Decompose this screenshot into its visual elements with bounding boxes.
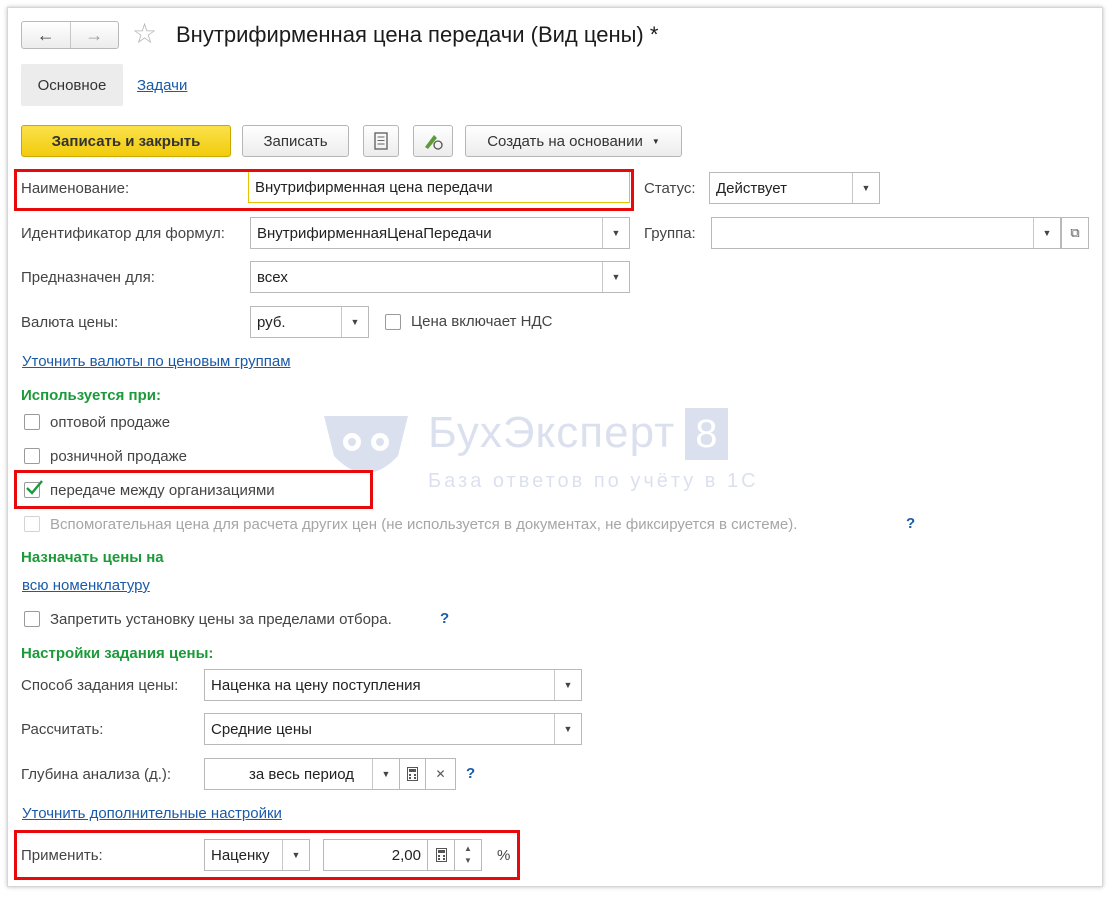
- favorite-star-icon[interactable]: ☆: [132, 19, 157, 49]
- watermark-digit: 8: [685, 408, 729, 460]
- calc-label: Рассчитать:: [21, 721, 104, 738]
- retail-checkbox[interactable]: [24, 448, 40, 464]
- dropdown-arrow-icon[interactable]: ▼: [372, 759, 399, 789]
- form-window: БухЭксперт 8 База ответов по учёту в 1С ←…: [7, 7, 1103, 887]
- forward-arrow-icon[interactable]: →: [69, 22, 119, 48]
- used-in-heading: Используется при:: [21, 387, 161, 404]
- method-value: Наценка на цену поступления: [211, 676, 421, 694]
- group-label: Группа:: [644, 225, 696, 242]
- highlight-apply: [14, 830, 520, 880]
- dropdown-arrow-icon[interactable]: ▼: [852, 173, 879, 203]
- document-list-icon: [374, 132, 388, 150]
- identifier-label: Идентификатор для формул:: [21, 225, 225, 242]
- wholesale-label: оптовой продаже: [50, 414, 171, 431]
- settings-heading: Настройки задания цены:: [21, 645, 214, 662]
- vat-checkbox[interactable]: [385, 314, 401, 330]
- calc-value: Средние цены: [211, 720, 312, 738]
- currency-select[interactable]: руб. ▼: [250, 306, 369, 338]
- back-arrow-icon[interactable]: ←: [22, 22, 70, 48]
- save-button[interactable]: Записать: [242, 125, 349, 157]
- status-label: Статус:: [644, 180, 696, 197]
- calculator-icon[interactable]: [399, 758, 426, 790]
- wholesale-checkbox[interactable]: [24, 414, 40, 430]
- create-based-on-button[interactable]: Создать на основании ▼: [465, 125, 682, 157]
- tab-tasks[interactable]: Задачи: [137, 77, 187, 94]
- extra-settings-link[interactable]: Уточнить дополнительные настройки: [22, 805, 282, 822]
- edit-button[interactable]: [413, 125, 453, 157]
- method-select[interactable]: Наценка на цену поступления ▼: [204, 669, 582, 701]
- clarify-currency-link[interactable]: Уточнить валюты по ценовым группам: [22, 353, 291, 370]
- dropdown-arrow-icon[interactable]: ▼: [602, 218, 629, 248]
- retail-label: розничной продаже: [50, 448, 187, 465]
- currency-value: руб.: [257, 313, 286, 331]
- pen-edit-icon: [425, 135, 443, 150]
- page-title: Внутрифирменная цена передачи (Вид цены)…: [176, 22, 659, 47]
- forbid-label: Запретить установку цены за пределами от…: [50, 611, 392, 628]
- currency-label: Валюта цены:: [21, 314, 119, 331]
- dropdown-arrow-icon[interactable]: ▼: [554, 670, 581, 700]
- dropdown-arrow-icon[interactable]: ▼: [1033, 218, 1060, 248]
- save-and-close-button[interactable]: Записать и закрыть: [21, 125, 231, 157]
- auxiliary-help-icon[interactable]: ?: [906, 515, 915, 532]
- dropdown-arrow-icon[interactable]: ▼: [341, 307, 368, 337]
- method-label: Способ задания цены:: [21, 677, 179, 694]
- forbid-checkbox[interactable]: [24, 611, 40, 627]
- nav-buttons: ← →: [21, 21, 119, 49]
- auxiliary-checkbox: [24, 516, 40, 532]
- forbid-help-icon[interactable]: ?: [440, 610, 449, 627]
- watermark: БухЭксперт 8 База ответов по учёту в 1С: [320, 408, 759, 493]
- calc-select[interactable]: Средние цены ▼: [204, 713, 582, 745]
- highlight-transfer: [14, 470, 373, 509]
- auxiliary-label: Вспомогательная цена для расчета других …: [50, 516, 798, 533]
- all-nomenclature-link[interactable]: всю номенклатуру: [22, 577, 150, 594]
- identifier-value: ВнутрифирменнаяЦенаПередачи: [257, 224, 492, 242]
- report-list-button[interactable]: [363, 125, 399, 157]
- create-based-on-label: Создать на основании: [487, 132, 643, 150]
- depth-select[interactable]: за весь период ▼: [204, 758, 400, 790]
- purpose-select[interactable]: всех ▼: [250, 261, 630, 293]
- highlight-name: [14, 169, 634, 211]
- watermark-tagline: База ответов по учёту в 1С: [428, 470, 759, 492]
- dropdown-arrow-icon[interactable]: ▼: [602, 262, 629, 292]
- depth-help-icon[interactable]: ?: [466, 765, 475, 782]
- identifier-select[interactable]: ВнутрифирменнаяЦенаПередачи ▼: [250, 217, 630, 249]
- calculator-glyph-icon: [407, 767, 418, 781]
- status-select[interactable]: Действует ▼: [709, 172, 880, 204]
- open-icon[interactable]: ⧉: [1061, 217, 1089, 249]
- chevron-down-icon: ▼: [651, 136, 660, 146]
- vat-label: Цена включает НДС: [411, 313, 553, 330]
- status-value: Действует: [716, 179, 787, 197]
- depth-label: Глубина анализа (д.):: [21, 766, 172, 783]
- watermark-brand: БухЭксперт: [428, 408, 676, 457]
- purpose-value: всех: [257, 268, 288, 286]
- clear-icon[interactable]: ✕: [425, 758, 456, 790]
- purpose-label: Предназначен для:: [21, 269, 155, 286]
- dropdown-arrow-icon[interactable]: ▼: [554, 714, 581, 744]
- group-select[interactable]: ▼: [711, 217, 1061, 249]
- assign-heading: Назначать цены на: [21, 549, 164, 566]
- depth-value: за весь период: [249, 765, 354, 783]
- tab-main[interactable]: Основное: [21, 64, 123, 106]
